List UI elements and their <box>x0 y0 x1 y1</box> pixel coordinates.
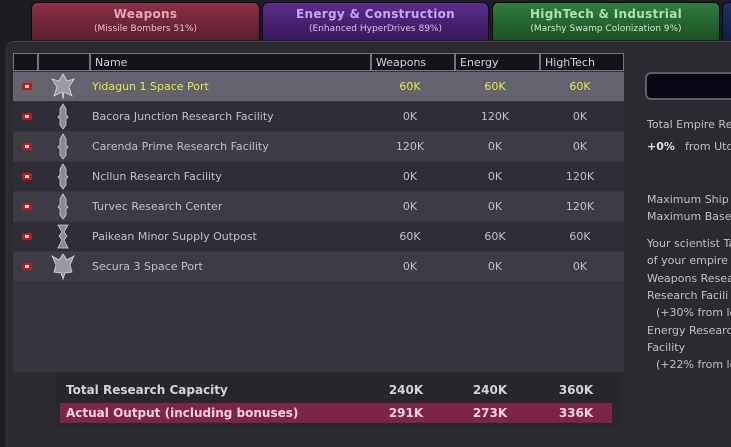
row-hightech: 0K <box>572 140 588 153</box>
empire-flag-icon <box>22 203 32 210</box>
tab-weapons-subtitle: (Missile Bombers 51%) <box>93 24 198 34</box>
header-energy[interactable]: Energy <box>455 53 540 71</box>
tab-next[interactable] <box>722 2 731 40</box>
header-icon[interactable] <box>38 53 90 71</box>
research-table: Name Weapons Energy HighTech Yidagun 1 S… <box>13 53 624 372</box>
side-desc-7: Facility <box>647 341 686 354</box>
side-desc-8: (+22% from lo <box>656 358 731 371</box>
table-row[interactable]: Turvec Research Center 0K 0K 120K <box>13 192 624 221</box>
row-weapons: 0K <box>402 260 418 273</box>
table-row[interactable]: Paikean Minor Supply Outpost 60K 60K 60K <box>13 222 624 251</box>
total-capacity-weapons: 240K <box>388 383 424 397</box>
tab-weapons[interactable]: Weapons (Missile Bombers 51%) <box>31 2 260 40</box>
research-facility-icon <box>57 103 69 130</box>
header-hightech[interactable]: HighTech <box>540 53 624 71</box>
table-row[interactable]: Carenda Prime Research Facility 120K 0K … <box>13 132 624 161</box>
total-capacity-row: Total Research Capacity 240K 240K 360K <box>60 380 612 400</box>
row-name: Ncllun Research Facility <box>92 170 222 183</box>
row-name: Turvec Research Center <box>92 200 223 213</box>
row-name: Paikean Minor Supply Outpost <box>92 230 257 243</box>
row-weapons: 0K <box>402 110 418 123</box>
row-hightech: 0K <box>572 260 588 273</box>
row-energy: 0K <box>487 260 503 273</box>
research-facility-icon <box>57 193 69 220</box>
empire-flag-icon <box>22 143 32 150</box>
side-total-empire: Total Empire Re <box>647 118 731 131</box>
tab-hightech-industrial[interactable]: HighTech & Industrial (Marshy Swamp Colo… <box>492 2 720 40</box>
table-row[interactable]: Yidagun 1 Space Port 60K 60K 60K <box>13 72 624 101</box>
header-flag[interactable] <box>13 53 38 71</box>
tab-energy-construction[interactable]: Energy & Construction (Enhanced HyperDri… <box>262 2 489 40</box>
side-max-ship: Maximum Ship <box>647 193 729 206</box>
side-dropdown[interactable] <box>645 72 731 100</box>
table-row[interactable]: Bacora Junction Research Facility 0K 120… <box>13 102 624 131</box>
table-row[interactable]: Ncllun Research Facility 0K 0K 120K <box>13 162 624 191</box>
side-desc-5: (+30% from lo <box>656 306 731 319</box>
empire-flag-icon <box>22 113 32 120</box>
side-max-base: Maximum Base <box>647 210 731 223</box>
total-capacity-hightech: 360K <box>558 383 594 397</box>
row-hightech: 60K <box>569 80 591 93</box>
row-energy: 60K <box>484 230 506 243</box>
empire-flag-icon <box>22 173 32 180</box>
row-energy: 0K <box>487 200 503 213</box>
header-hightech-label: HighTech <box>545 56 595 69</box>
row-hightech: 0K <box>572 110 588 123</box>
actual-output-hightech: 336K <box>558 406 594 420</box>
tab-energy-title: Energy & Construction <box>295 7 455 21</box>
header-name-label: Name <box>95 56 128 69</box>
header-name[interactable]: Name <box>90 53 371 71</box>
side-from: from Uto <box>685 140 731 153</box>
header-weapons[interactable]: Weapons <box>371 53 455 71</box>
tab-energy-subtitle: (Enhanced HyperDrives 89%) <box>309 24 442 34</box>
side-desc-1: Your scientist Ta <box>647 237 731 250</box>
actual-output-label: Actual Output (including bonuses) <box>66 406 299 420</box>
row-weapons: 60K <box>399 230 421 243</box>
row-energy: 60K <box>484 80 506 93</box>
row-name: Secura 3 Space Port <box>92 260 203 273</box>
total-capacity-label: Total Research Capacity <box>66 383 228 397</box>
space-port-icon <box>51 253 75 280</box>
supply-outpost-icon <box>57 224 69 249</box>
row-energy: 0K <box>487 170 503 183</box>
row-name: Yidagun 1 Space Port <box>92 80 209 93</box>
empire-flag-icon <box>22 233 32 240</box>
actual-output-row: Actual Output (including bonuses) 291K 2… <box>60 403 612 423</box>
empire-flag-icon <box>22 263 32 270</box>
header-energy-label: Energy <box>460 56 499 69</box>
empire-flag-icon <box>22 83 32 90</box>
research-facility-icon <box>57 163 69 190</box>
research-facility-icon <box>57 133 69 160</box>
row-hightech: 120K <box>565 200 595 213</box>
row-energy: 0K <box>487 140 503 153</box>
header-weapons-label: Weapons <box>376 56 427 69</box>
row-name: Carenda Prime Research Facility <box>92 140 269 153</box>
row-weapons: 0K <box>402 170 418 183</box>
actual-output-weapons: 291K <box>388 406 424 420</box>
table-row[interactable]: Secura 3 Space Port 0K 0K 0K <box>13 252 624 281</box>
row-hightech: 60K <box>569 230 591 243</box>
space-port-icon <box>51 73 75 100</box>
row-weapons: 0K <box>402 200 418 213</box>
row-name: Bacora Junction Research Facility <box>92 110 274 123</box>
side-desc-6: Energy Researc <box>647 324 731 337</box>
side-percent: +0% <box>647 140 675 153</box>
side-desc-2: of your empire <box>647 254 728 267</box>
totals-panel: Total Research Capacity 240K 240K 360K A… <box>56 374 621 426</box>
tab-hightech-title: HighTech & Industrial <box>529 7 683 21</box>
side-desc-3: Weapons Resea <box>647 272 731 285</box>
side-desc-4: Research Facili <box>647 289 729 302</box>
row-hightech: 120K <box>565 170 595 183</box>
row-energy: 120K <box>480 110 510 123</box>
row-weapons: 60K <box>399 80 421 93</box>
actual-output-energy: 273K <box>472 406 508 420</box>
tab-weapons-title: Weapons <box>113 7 178 21</box>
tab-hightech-subtitle: (Marshy Swamp Colonization 9%) <box>530 24 682 34</box>
total-capacity-energy: 240K <box>472 383 508 397</box>
row-weapons: 120K <box>395 140 425 153</box>
